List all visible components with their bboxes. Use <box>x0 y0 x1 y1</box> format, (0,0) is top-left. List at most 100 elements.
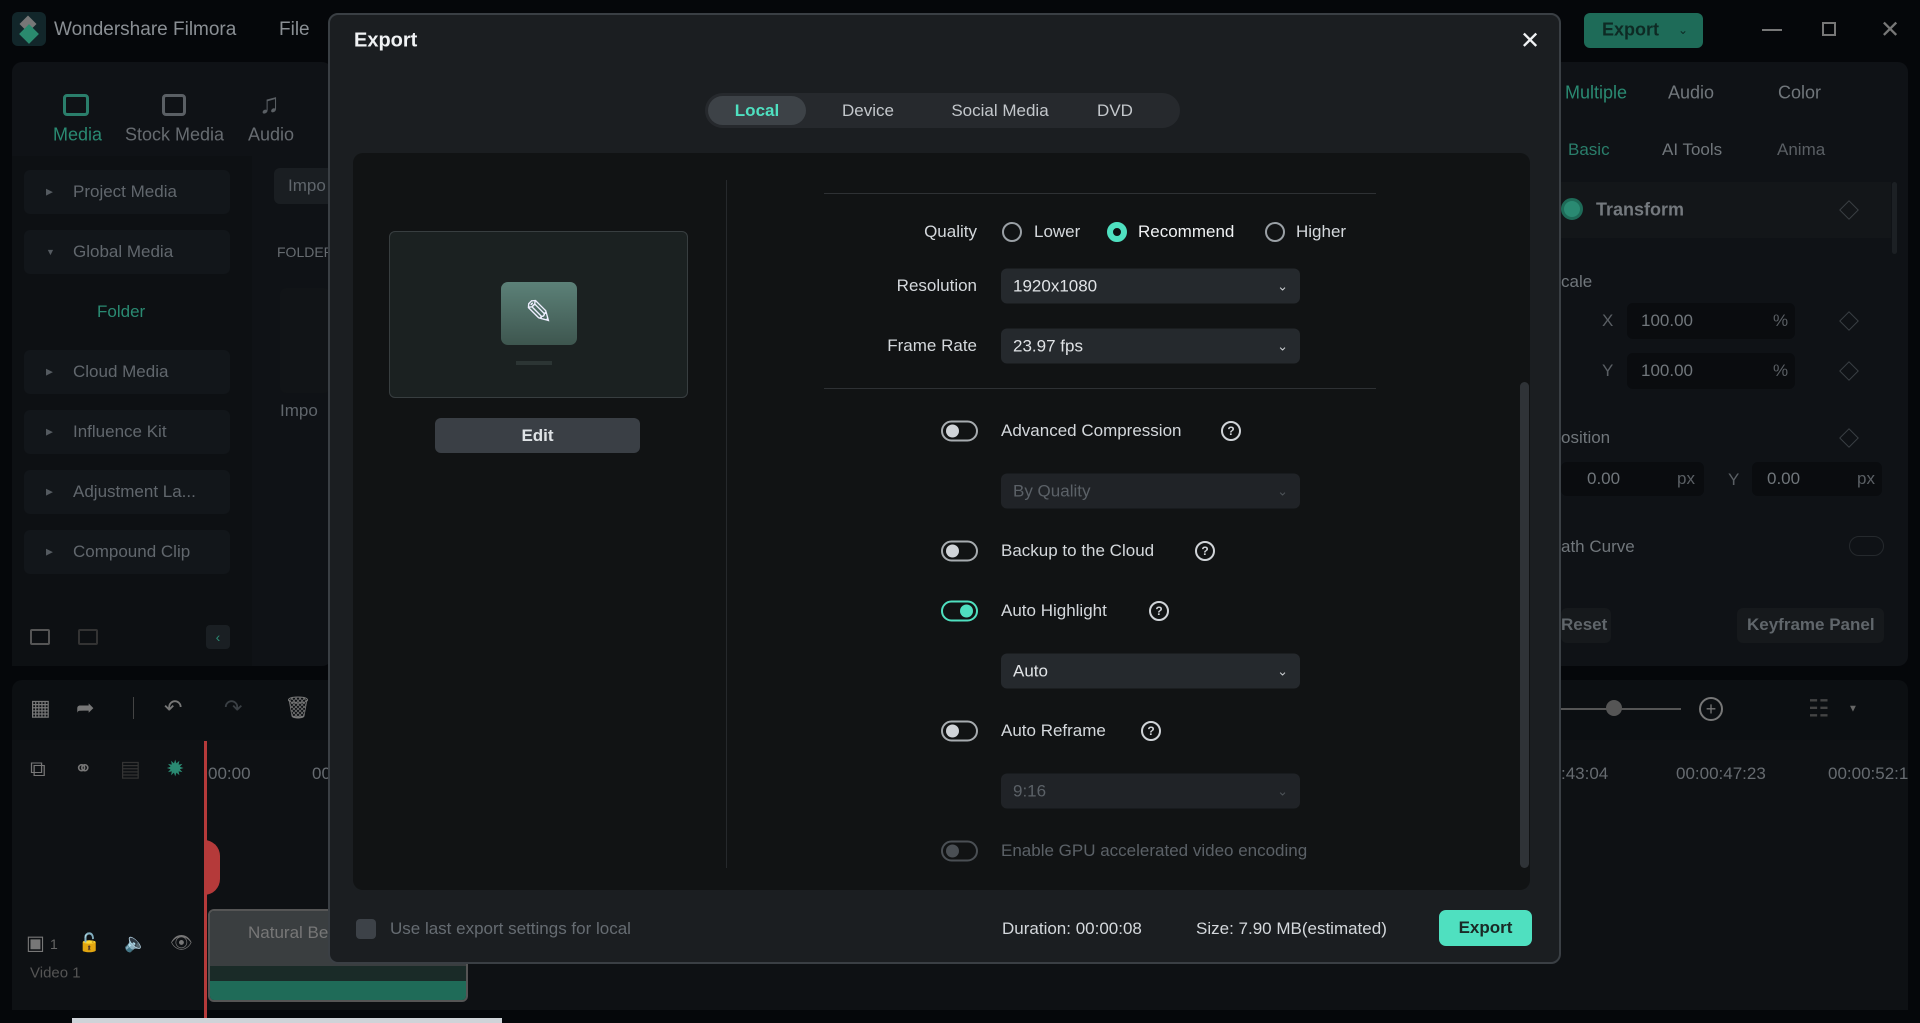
scale-label: cale <box>1561 272 1593 291</box>
scale-y-input[interactable]: 100.00% <box>1627 353 1795 389</box>
tab-social-media[interactable]: Social Media <box>930 96 1070 125</box>
top-export-button[interactable]: Export ⌄ <box>1584 13 1703 48</box>
split-track-icon[interactable]: ▤ <box>120 756 141 782</box>
use-last-settings-label[interactable]: Use last export settings for local <box>390 919 631 939</box>
help-icon[interactable]: ? <box>1141 721 1161 741</box>
tab-color[interactable]: Color <box>1778 83 1821 104</box>
zoom-slider-handle[interactable] <box>1606 700 1622 716</box>
sidebar-item-global-media[interactable]: ▼ Global Media <box>24 230 230 274</box>
transform-toggle[interactable] <box>1561 198 1583 220</box>
select-tool-icon[interactable]: ➦ <box>76 695 94 721</box>
path-curve-toggle[interactable] <box>1849 536 1884 556</box>
tab-audio[interactable]: Audio <box>248 125 294 146</box>
subtab-ai-tools[interactable]: AI Tools <box>1662 140 1722 160</box>
dialog-title: Export <box>354 29 418 52</box>
collapse-panel-button[interactable]: ‹ <box>206 625 230 649</box>
lock-icon[interactable]: 🔓 <box>78 933 100 954</box>
stock-media-icon <box>162 94 186 116</box>
tab-dvd[interactable]: DVD <box>1075 96 1155 125</box>
advanced-compression-toggle[interactable] <box>941 420 978 442</box>
backup-cloud-toggle[interactable] <box>941 540 978 562</box>
folder-icon[interactable] <box>78 629 98 645</box>
settings-scrollbar[interactable] <box>1520 382 1529 868</box>
position-y-input[interactable]: 0.00 px <box>1752 462 1882 496</box>
undo-icon[interactable]: ↶ <box>164 695 182 721</box>
subtab-basic[interactable]: Basic <box>1568 140 1610 160</box>
scale-y-label: Y <box>1602 361 1614 380</box>
panel-scrollbar[interactable] <box>1892 182 1897 254</box>
delete-icon[interactable]: 🗑 <box>284 695 312 721</box>
auto-reframe-toggle[interactable] <box>941 720 978 742</box>
export-target-tabs: Local Device Social Media DVD <box>705 93 1180 128</box>
link-icon[interactable]: ⚭ <box>74 756 92 782</box>
help-icon[interactable]: ? <box>1195 541 1215 561</box>
import-tile[interactable] <box>280 288 330 393</box>
playhead-marker[interactable] <box>204 840 220 895</box>
sidebar-item-influence-kit[interactable]: ▶ Influence Kit <box>24 410 230 454</box>
help-icon[interactable]: ? <box>1221 421 1241 441</box>
timeline-scrollbar[interactable] <box>72 1018 502 1023</box>
aspect-ratio-select: 9:16 ⌄ <box>1001 773 1300 809</box>
track-video-icon: ▣ <box>26 932 45 955</box>
new-folder-icon[interactable] <box>30 629 50 645</box>
position-x-input[interactable]: 0.00 px <box>1561 462 1704 496</box>
zoom-in-icon[interactable]: + <box>1699 697 1723 721</box>
ruler-time: 00:00 <box>208 764 251 783</box>
tab-stock-media[interactable]: Stock Media <box>125 125 224 146</box>
position-label: osition <box>1561 428 1611 447</box>
sidebar-item-folder[interactable]: Folder <box>24 290 230 334</box>
auto-highlight-toggle[interactable] <box>941 600 978 622</box>
redo-icon[interactable]: ↷ <box>224 695 242 721</box>
tab-multiple[interactable]: Multiple <box>1565 83 1627 104</box>
compression-mode-select: By Quality ⌄ <box>1001 473 1300 509</box>
help-icon[interactable]: ? <box>1149 601 1169 621</box>
preview-thumbnail: ✎ <box>389 231 688 398</box>
use-last-settings-checkbox[interactable] <box>356 919 376 939</box>
resolution-select[interactable]: 1920x1080 ⌄ <box>1001 268 1300 304</box>
quality-recommend-label[interactable]: Recommend <box>1138 222 1234 242</box>
position-y-label: Y <box>1728 470 1740 489</box>
quality-higher-radio[interactable] <box>1265 222 1285 242</box>
sidebar-item-cloud-media[interactable]: ▶ Cloud Media <box>24 350 230 394</box>
tab-local[interactable]: Local <box>708 96 806 125</box>
keyframe-panel-button[interactable]: Keyframe Panel <box>1737 608 1884 643</box>
tab-audio-props[interactable]: Audio <box>1668 83 1714 104</box>
minimize-icon[interactable] <box>1762 29 1782 31</box>
quality-lower-radio[interactable] <box>1002 222 1022 242</box>
subtab-animation[interactable]: Anima <box>1777 140 1825 160</box>
advanced-compression-label: Advanced Compression <box>1001 421 1182 440</box>
chevron-down-icon: ⌄ <box>1277 278 1288 294</box>
scale-x-input[interactable]: 100.00% <box>1627 303 1795 339</box>
quality-recommend-radio[interactable] <box>1107 222 1127 242</box>
track-height-icon[interactable]: ☷ <box>1808 695 1830 724</box>
window-close-icon[interactable]: ✕ <box>1880 16 1900 45</box>
frame-rate-label: Frame Rate <box>887 336 977 355</box>
frame-rate-select[interactable]: 23.97 fps ⌄ <box>1001 328 1300 364</box>
auto-highlight-label: Auto Highlight <box>1001 601 1107 620</box>
eye-icon[interactable]: 👁 <box>170 933 193 954</box>
quality-label: Quality <box>924 222 977 241</box>
restore-icon[interactable] <box>1822 22 1836 36</box>
close-icon[interactable]: ✕ <box>1520 27 1540 56</box>
caret-right-icon: ▶ <box>46 426 53 437</box>
tab-device[interactable]: Device <box>818 96 918 125</box>
edit-button[interactable]: Edit <box>435 418 640 453</box>
speaker-icon[interactable]: 🔈 <box>124 933 146 954</box>
tab-media[interactable]: Media <box>53 125 102 146</box>
sidebar-item-compound-clip[interactable]: ▶ Compound Clip <box>24 530 230 574</box>
dropdown-caret-icon[interactable]: ▼ <box>1848 704 1858 715</box>
menu-file[interactable]: File <box>279 19 310 41</box>
ruler-time: 00:00:52:1 <box>1828 764 1909 783</box>
magnetic-snap-icon[interactable]: ✹ <box>166 756 184 782</box>
quality-lower-label[interactable]: Lower <box>1034 222 1080 242</box>
import-button[interactable]: Impo <box>274 168 334 204</box>
sidebar-item-project-media[interactable]: ▶ Project Media <box>24 170 230 214</box>
layout-icon[interactable]: ▦ <box>30 695 51 721</box>
sidebar-item-adjustment-layer[interactable]: ▶ Adjustment La... <box>24 470 230 514</box>
export-button[interactable]: Export <box>1439 910 1532 946</box>
reset-button[interactable]: Reset <box>1561 608 1611 643</box>
quality-higher-label[interactable]: Higher <box>1296 222 1346 242</box>
auto-highlight-select[interactable]: Auto ⌄ <box>1001 653 1300 689</box>
add-track-icon[interactable]: ⧉ <box>30 756 46 782</box>
duration-text: Duration: 00:00:08 <box>1002 919 1142 938</box>
